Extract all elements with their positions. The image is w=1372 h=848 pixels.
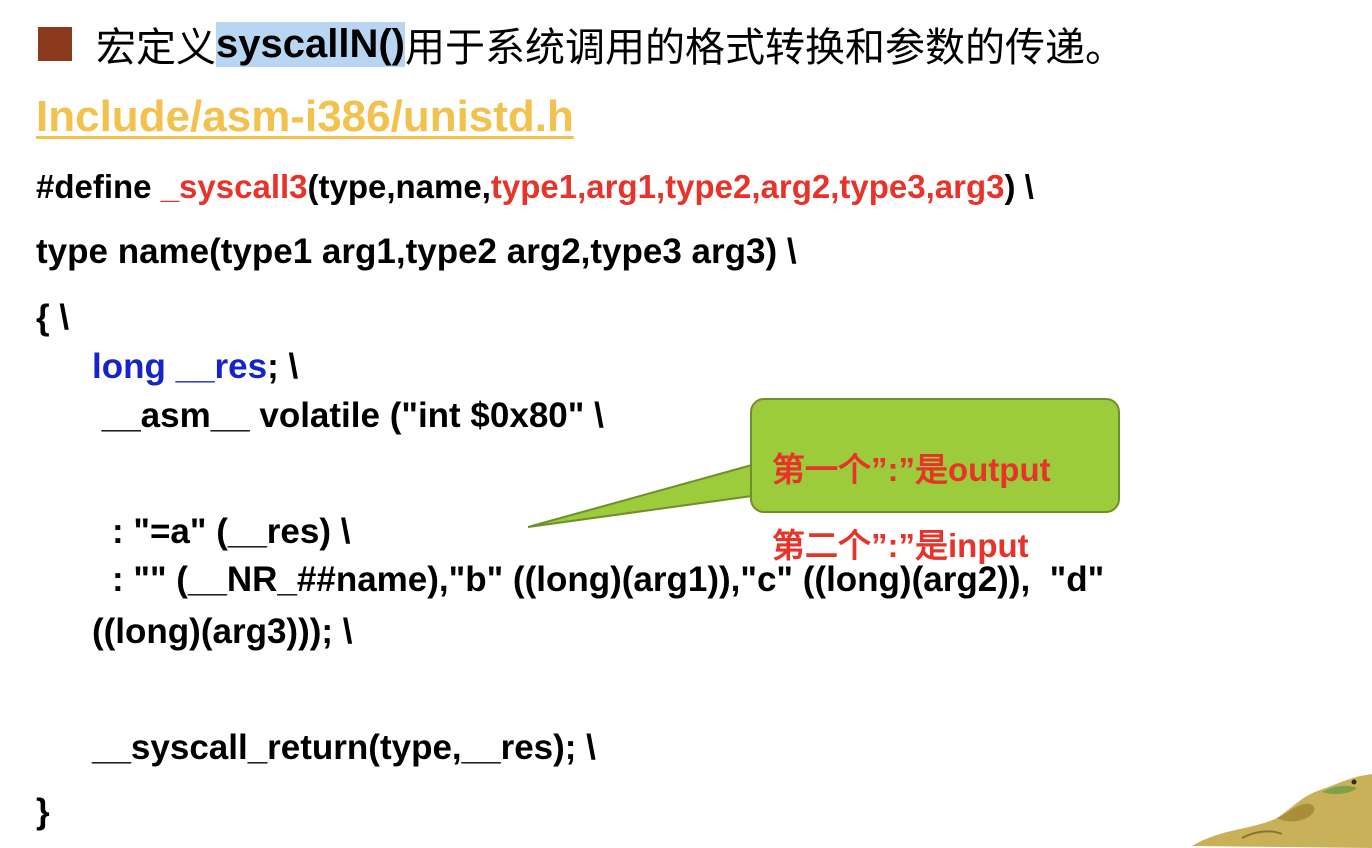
callout-line-output: 第一个”:”是output — [772, 451, 1051, 488]
callout-box: 第一个”:”是output 第二个”:”是input — [750, 398, 1120, 564]
callout-line-input: 第二个”:”是input — [772, 527, 1029, 564]
dragon-mascot-icon — [1192, 774, 1372, 848]
callout-pointer — [527, 463, 753, 528]
